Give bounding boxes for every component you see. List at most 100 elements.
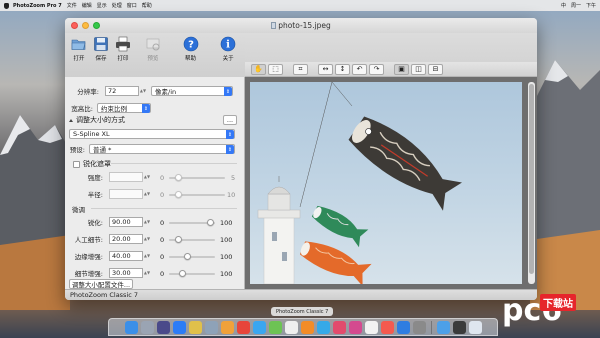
single-view-icon[interactable]: ▣: [394, 63, 409, 75]
menu-window[interactable]: 窗口: [127, 2, 137, 9]
chevron-updown-icon: ⇕: [142, 104, 150, 113]
dock-app-icon[interactable]: [188, 320, 202, 334]
dock-app-icon[interactable]: [396, 320, 410, 334]
about-label: 关于: [222, 56, 234, 62]
dock-app-icon[interactable]: [204, 320, 218, 334]
about-button[interactable]: i 关于: [211, 35, 245, 77]
help-label: 帮助: [185, 56, 197, 62]
status-text: PhotoZoom Classic 7: [70, 291, 139, 299]
artifact-detail-stepper[interactable]: ▲▼: [144, 234, 150, 244]
zoom-select-icon[interactable]: ⬚: [268, 63, 283, 75]
radius-slider-knob[interactable]: [175, 191, 182, 198]
detail-enhance-slider-track[interactable]: [169, 273, 215, 275]
menu-edit[interactable]: 编辑: [82, 2, 92, 9]
chevron-updown-icon: ⇕: [226, 145, 234, 154]
print-button[interactable]: 打印: [114, 35, 132, 77]
dock-app-icon[interactable]: [412, 320, 426, 334]
desktop-mountain-left: [0, 115, 70, 310]
edge-enhance-slider-track[interactable]: [169, 256, 215, 258]
edge-enhance-field[interactable]: 40.00: [109, 251, 143, 261]
detail-enhance-stepper[interactable]: ▲▼: [144, 268, 150, 278]
desktop-mountain-right: [530, 60, 600, 310]
sharpen-slider-knob[interactable]: [206, 219, 214, 226]
menu-help[interactable]: 帮助: [142, 2, 152, 9]
help-button[interactable]: ? 帮助: [174, 35, 208, 77]
vertical-scrollbar[interactable]: [528, 82, 535, 284]
dock-app-icon[interactable]: [332, 320, 346, 334]
radius-stepper[interactable]: ▲▼: [144, 189, 150, 199]
crop-icon[interactable]: ⌗: [293, 63, 308, 75]
sharpen-mask-checkbox[interactable]: [73, 160, 80, 168]
dock-app-icon[interactable]: [252, 320, 266, 334]
menubar-status-2[interactable]: 下午: [586, 2, 596, 9]
split-vertical-view-icon[interactable]: ◫: [411, 63, 426, 75]
more-options-button[interactable]: ...: [223, 115, 237, 125]
sharpen-field[interactable]: 90.00: [109, 217, 143, 227]
dock-app-icon[interactable]: [172, 320, 186, 334]
menubar-status-0[interactable]: 中: [561, 2, 566, 9]
resolution-stepper[interactable]: ▲▼: [140, 86, 146, 96]
menu-process[interactable]: 处理: [112, 2, 122, 9]
dock-app-icon[interactable]: [284, 320, 298, 334]
aspect-value: 约束比例: [101, 105, 127, 113]
detail-enhance-field[interactable]: 30.00: [109, 268, 143, 278]
disclosure-triangle-icon[interactable]: [69, 118, 73, 122]
dock-app-icon[interactable]: [156, 320, 170, 334]
preview-icon: [146, 38, 160, 51]
resolution-unit-select[interactable]: 像素/in ⇕: [151, 86, 233, 96]
artifact-detail-label: 人工细节:: [74, 236, 103, 244]
strength-label: 强度:: [87, 174, 103, 182]
rotate-right-icon[interactable]: ↷: [369, 63, 384, 75]
strength-field[interactable]: [109, 172, 143, 182]
menu-file[interactable]: 文件: [67, 2, 77, 9]
menu-view[interactable]: 显示: [97, 2, 107, 9]
edge-enhance-stepper[interactable]: ▲▼: [144, 251, 150, 261]
method-value: S-Spline XL: [73, 130, 110, 138]
dock-app-icon[interactable]: [268, 320, 282, 334]
artifact-detail-field[interactable]: 20.00: [109, 234, 143, 244]
aspect-select[interactable]: 约束比例 ⇕: [97, 103, 151, 113]
dock-app-icon[interactable]: [124, 320, 138, 334]
image-preview-area[interactable]: [245, 77, 537, 289]
method-select[interactable]: S-Spline XL ⇕: [69, 129, 235, 139]
split-horizontal-view-icon[interactable]: ⊟: [428, 63, 443, 75]
open-button[interactable]: 打开: [70, 35, 88, 77]
aspect-label: 宽高比:: [71, 105, 93, 113]
dock-app-icon[interactable]: [140, 320, 154, 334]
dock-app-icon[interactable]: [364, 320, 378, 334]
detail-enhance-slider-knob[interactable]: [179, 270, 187, 277]
dock-app-icon[interactable]: [316, 320, 330, 334]
dock-app-icon[interactable]: [348, 320, 362, 334]
menubar-status-1[interactable]: 周一: [571, 2, 581, 9]
koinobori-photo: [257, 82, 463, 284]
detail-enhance-max: 100: [220, 270, 233, 278]
dock: [108, 318, 498, 336]
dock-app-icon[interactable]: [468, 320, 482, 334]
strength-stepper[interactable]: ▲▼: [144, 172, 150, 182]
preset-select[interactable]: 普通 * ⇕: [89, 144, 235, 154]
preview-button[interactable]: 预览: [136, 35, 170, 77]
artifact-detail-max: 100: [220, 236, 233, 244]
artifact-detail-slider-knob[interactable]: [174, 236, 182, 243]
dock-app-icon[interactable]: [300, 320, 314, 334]
save-button[interactable]: 保存: [92, 35, 110, 77]
vertical-arrows-icon[interactable]: ↕: [335, 63, 350, 75]
chevron-updown-icon: ⇕: [224, 87, 232, 96]
menu-app-name[interactable]: PhotoZoom Pro 7: [13, 3, 62, 9]
scrollbar-thumb[interactable]: [529, 84, 534, 274]
horizontal-arrows-icon[interactable]: ↔: [318, 63, 333, 75]
dock-app-icon[interactable]: [380, 320, 394, 334]
hand-tool-icon[interactable]: ✋: [251, 63, 266, 75]
resolution-field[interactable]: 72: [105, 86, 139, 96]
sharpen-stepper[interactable]: ▲▼: [144, 217, 150, 227]
dock-app-icon[interactable]: [436, 320, 450, 334]
radius-field[interactable]: [109, 189, 143, 199]
apple-menu-icon[interactable]: [4, 2, 9, 9]
dock-app-icon[interactable]: [220, 320, 234, 334]
resize-profile-button[interactable]: 调整大小配置文件...: [69, 279, 133, 289]
dock-app-icon[interactable]: [452, 320, 466, 334]
edge-enhance-slider-knob[interactable]: [183, 253, 191, 260]
dock-app-icon[interactable]: [236, 320, 250, 334]
rotate-left-icon[interactable]: ↶: [352, 63, 367, 75]
strength-slider-knob[interactable]: [175, 174, 182, 181]
